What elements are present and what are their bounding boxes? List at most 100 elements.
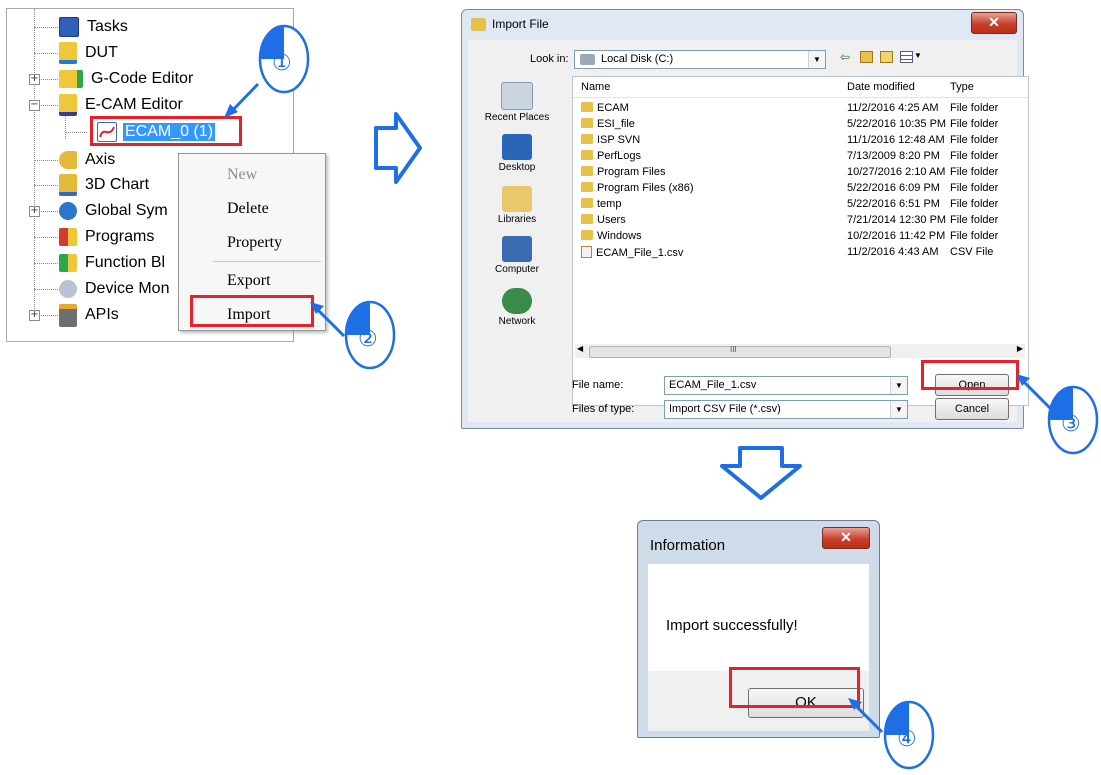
- libraries-icon: [502, 186, 532, 212]
- dut-icon: [59, 42, 77, 64]
- column-header-name[interactable]: Name: [581, 81, 610, 93]
- highlight-import-item: [190, 295, 314, 327]
- column-header-date[interactable]: Date modified: [847, 81, 915, 93]
- tree-item-ecam-editor[interactable]: E-CAM Editor: [59, 94, 185, 116]
- file-name: ISP SVN: [597, 134, 641, 146]
- look-in-dropdown[interactable]: Local Disk (C:) ▼: [574, 50, 826, 69]
- place-recent-places[interactable]: Recent Places: [477, 82, 557, 123]
- tree-item-apis[interactable]: APIs: [59, 303, 121, 327]
- expand-toggle-apis[interactable]: +: [29, 310, 40, 321]
- file-date: 7/13/2009 8:20 PM: [847, 150, 940, 162]
- tree-guide-line: [41, 79, 58, 80]
- place-libraries[interactable]: Libraries: [477, 186, 557, 225]
- place-desktop[interactable]: Desktop: [477, 134, 557, 173]
- file-type: File folder: [950, 150, 999, 162]
- scroll-right-icon[interactable]: ▶: [1017, 344, 1023, 353]
- tree-item-3d-chart[interactable]: 3D Chart: [59, 174, 151, 196]
- tree-item-label: DUT: [85, 44, 118, 61]
- place-network[interactable]: Network: [477, 288, 557, 327]
- file-row[interactable]: temp 5/22/2016 6:51 PM File folder: [573, 197, 1028, 213]
- cancel-button[interactable]: Cancel: [935, 398, 1009, 420]
- tree-item-label: Programs: [85, 228, 155, 245]
- file-row[interactable]: ECAM_File_1.csv 11/2/2016 4:43 AM CSV Fi…: [573, 245, 1028, 261]
- tree-item-global-symbols[interactable]: Global Sym: [59, 200, 170, 222]
- place-computer[interactable]: Computer: [477, 236, 557, 275]
- tree-item-label: 3D Chart: [85, 176, 150, 193]
- file-type: File folder: [950, 214, 999, 226]
- computer-icon: [502, 236, 532, 262]
- file-name: ESI_file: [597, 118, 635, 130]
- tree-guide-line: [41, 105, 58, 106]
- horizontal-scrollbar[interactable]: ◀ III ▶: [575, 344, 1025, 358]
- file-type: File folder: [950, 134, 999, 146]
- look-in-value: Local Disk (C:): [601, 53, 674, 65]
- up-folder-icon[interactable]: [860, 51, 873, 63]
- folder-icon: [581, 182, 593, 192]
- info-dialog-title: Information: [650, 537, 726, 554]
- csv-file-icon: [581, 246, 592, 258]
- tree-item-gcode-editor[interactable]: G-Code Editor: [59, 68, 195, 90]
- collapse-toggle-ecam[interactable]: −: [29, 100, 40, 111]
- file-name: ECAM_File_1.csv: [596, 247, 684, 259]
- file-name: Windows: [597, 230, 642, 242]
- info-close-button[interactable]: ✕: [822, 527, 870, 549]
- file-date: 5/22/2016 6:09 PM: [847, 182, 940, 194]
- folder-icon: [581, 214, 593, 224]
- new-folder-icon[interactable]: [880, 51, 893, 63]
- folder-icon: [581, 230, 593, 240]
- file-type-dropdown[interactable]: Import CSV File (*.csv) ▼: [664, 400, 908, 419]
- file-name: Program Files (x86): [597, 182, 694, 194]
- tree-guide-line: [34, 27, 58, 28]
- file-row[interactable]: Users 7/21/2014 12:30 PM File folder: [573, 213, 1028, 229]
- file-type: File folder: [950, 166, 999, 178]
- tree-item-dut[interactable]: DUT: [59, 42, 120, 64]
- tree-guide-line: [41, 315, 58, 316]
- dialog-title-bar: Import File ✕: [462, 10, 1023, 40]
- file-name-input[interactable]: ECAM_File_1.csv ▼: [664, 376, 908, 395]
- ecam-editor-icon: [59, 94, 77, 116]
- file-name-value: ECAM_File_1.csv: [669, 379, 757, 391]
- file-type: File folder: [950, 198, 999, 210]
- view-menu-icon[interactable]: [900, 51, 913, 63]
- 3d-chart-icon: [59, 174, 77, 196]
- file-date: 10/2/2016 11:42 PM: [847, 230, 946, 242]
- file-row[interactable]: Program Files 10/27/2016 2:10 AM File fo…: [573, 165, 1028, 181]
- menu-item-delete[interactable]: Delete: [227, 200, 269, 218]
- flow-arrow-right-icon: [374, 112, 422, 184]
- back-icon[interactable]: ⇦: [840, 50, 850, 64]
- expand-toggle-gcode[interactable]: +: [29, 74, 40, 85]
- axis-icon: [59, 151, 77, 169]
- scroll-left-icon[interactable]: ◀: [577, 344, 583, 353]
- tree-guide-line: [34, 263, 58, 264]
- column-header-type[interactable]: Type: [950, 81, 974, 93]
- mouse-step-1-icon: ①: [258, 24, 310, 94]
- menu-item-export[interactable]: Export: [227, 272, 271, 290]
- tree-item-axis[interactable]: Axis: [59, 149, 117, 171]
- file-row[interactable]: Windows 10/2/2016 11:42 PM File folder: [573, 229, 1028, 245]
- folder-icon: [581, 118, 593, 128]
- file-type: File folder: [950, 182, 999, 194]
- view-dropdown-arrow-icon[interactable]: ▼: [914, 51, 922, 60]
- expand-toggle-global[interactable]: +: [29, 206, 40, 217]
- menu-item-new[interactable]: New: [227, 166, 257, 184]
- tree-guide-line: [41, 211, 58, 212]
- menu-item-property[interactable]: Property: [227, 234, 282, 252]
- tree-item-tasks[interactable]: Tasks: [59, 16, 130, 38]
- close-button[interactable]: ✕: [971, 12, 1017, 34]
- file-row[interactable]: ESI_file 5/22/2016 10:35 PM File folder: [573, 117, 1028, 133]
- highlight-ok-button: [729, 667, 860, 708]
- file-row[interactable]: Program Files (x86) 5/22/2016 6:09 PM Fi…: [573, 181, 1028, 197]
- device-monitor-icon: [59, 280, 77, 298]
- gcode-editor-icon: [59, 70, 83, 88]
- tree-item-programs[interactable]: Programs: [59, 226, 156, 248]
- mouse-step-4-icon: ④: [883, 700, 935, 770]
- file-row[interactable]: ECAM 11/2/2016 4:25 AM File folder: [573, 101, 1028, 117]
- tree-item-device-monitor[interactable]: Device Mon: [59, 278, 171, 300]
- scrollbar-thumb[interactable]: III: [589, 345, 891, 358]
- tree-item-function-blocks[interactable]: Function Bl: [59, 252, 167, 274]
- file-row[interactable]: PerfLogs 7/13/2009 8:20 PM File folder: [573, 149, 1028, 165]
- place-label: Recent Places: [484, 112, 550, 123]
- file-row[interactable]: ISP SVN 11/1/2016 12:48 AM File folder: [573, 133, 1028, 149]
- tree-item-label: Axis: [85, 151, 116, 168]
- folder-icon: [581, 134, 593, 144]
